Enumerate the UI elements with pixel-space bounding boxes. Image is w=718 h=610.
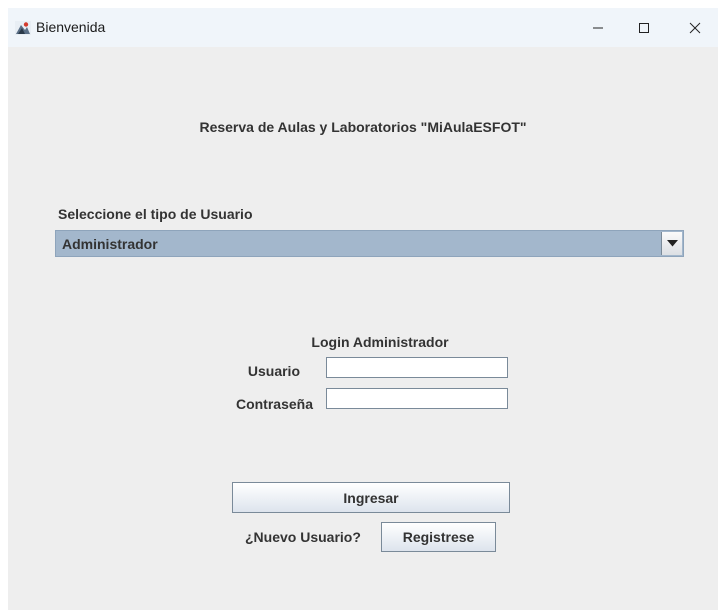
page-title: Reserva de Aulas y Laboratorios "MiAulaE…: [199, 119, 527, 135]
app-window: Bienvenida Reserva de Aulas y Laboratori…: [8, 8, 718, 610]
new-user-label: ¿Nuevo Usuario?: [245, 529, 361, 545]
password-input[interactable]: [326, 388, 508, 409]
java-app-icon: [15, 21, 31, 35]
login-button[interactable]: Ingresar: [232, 482, 510, 513]
chevron-down-icon: [666, 240, 678, 247]
user-type-select[interactable]: Administrador: [55, 230, 684, 257]
maximize-icon: [639, 22, 649, 33]
register-button[interactable]: Registrese: [381, 522, 496, 552]
login-title: Login Administrador: [311, 334, 449, 350]
window-title: Bienvenida: [36, 19, 106, 35]
close-button[interactable]: [672, 8, 718, 47]
dropdown-button[interactable]: [661, 232, 682, 255]
minimize-icon: [593, 27, 603, 28]
minimize-button[interactable]: [575, 8, 621, 47]
close-icon: [689, 22, 701, 33]
title-bar[interactable]: Bienvenida: [8, 8, 718, 47]
username-label: Usuario: [247, 363, 300, 379]
username-input[interactable]: [326, 357, 508, 378]
user-type-selected-value: Administrador: [62, 236, 158, 252]
maximize-button[interactable]: [621, 8, 667, 47]
password-label: Contraseña: [235, 396, 313, 412]
user-type-label: Seleccione el tipo de Usuario: [58, 206, 253, 222]
